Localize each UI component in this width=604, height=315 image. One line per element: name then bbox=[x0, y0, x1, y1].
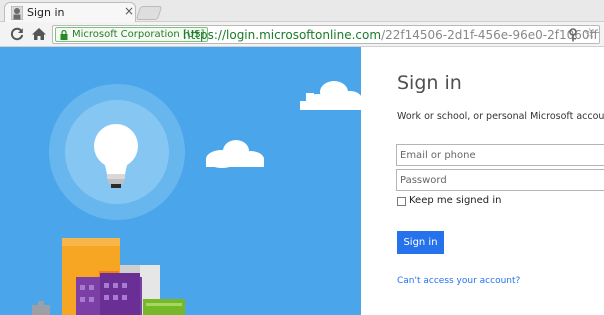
reload-icon[interactable] bbox=[9, 26, 25, 42]
hero-scene bbox=[32, 81, 361, 315]
tab-strip: Sign in × bbox=[0, 0, 604, 23]
signin-subtitle: Work or school, or personal Microsoft ac… bbox=[397, 111, 604, 122]
url-scheme: https:// bbox=[183, 28, 227, 42]
signin-panel: Sign in Work or school, or personal Micr… bbox=[361, 47, 604, 315]
star-icon[interactable]: ☆ bbox=[583, 27, 596, 42]
key-icon[interactable] bbox=[567, 28, 579, 42]
favicon-icon bbox=[11, 6, 23, 20]
home-icon[interactable] bbox=[31, 26, 47, 42]
cloud-icon-2 bbox=[300, 81, 361, 110]
sign-in-button[interactable]: Sign in bbox=[397, 231, 444, 254]
email-field[interactable] bbox=[396, 144, 604, 166]
page-title: Sign in bbox=[397, 72, 462, 94]
url-text[interactable]: https://login.microsoftonline.com/22f145… bbox=[183, 27, 599, 43]
city-buildings bbox=[32, 238, 185, 315]
keep-signed-in-label[interactable]: Keep me signed in bbox=[409, 195, 501, 206]
browser-toolbar: Microsoft Corporation [US] https://login… bbox=[0, 22, 604, 47]
keep-signed-in-checkbox[interactable] bbox=[397, 197, 406, 206]
cloud-icon bbox=[206, 140, 264, 168]
url-host: login.microsoftonline.com bbox=[226, 28, 382, 42]
lock-icon bbox=[60, 30, 68, 40]
hero-illustration bbox=[0, 47, 361, 315]
address-bar[interactable]: Microsoft Corporation [US] https://login… bbox=[52, 25, 600, 44]
cant-access-account-link[interactable]: Can't access your account? bbox=[397, 276, 520, 286]
new-tab-button[interactable] bbox=[135, 6, 163, 20]
tab-sign-in[interactable]: Sign in × bbox=[4, 2, 136, 23]
tab-title: Sign in bbox=[27, 6, 65, 19]
tab-close-icon[interactable]: × bbox=[124, 4, 134, 18]
password-field[interactable] bbox=[396, 169, 604, 191]
